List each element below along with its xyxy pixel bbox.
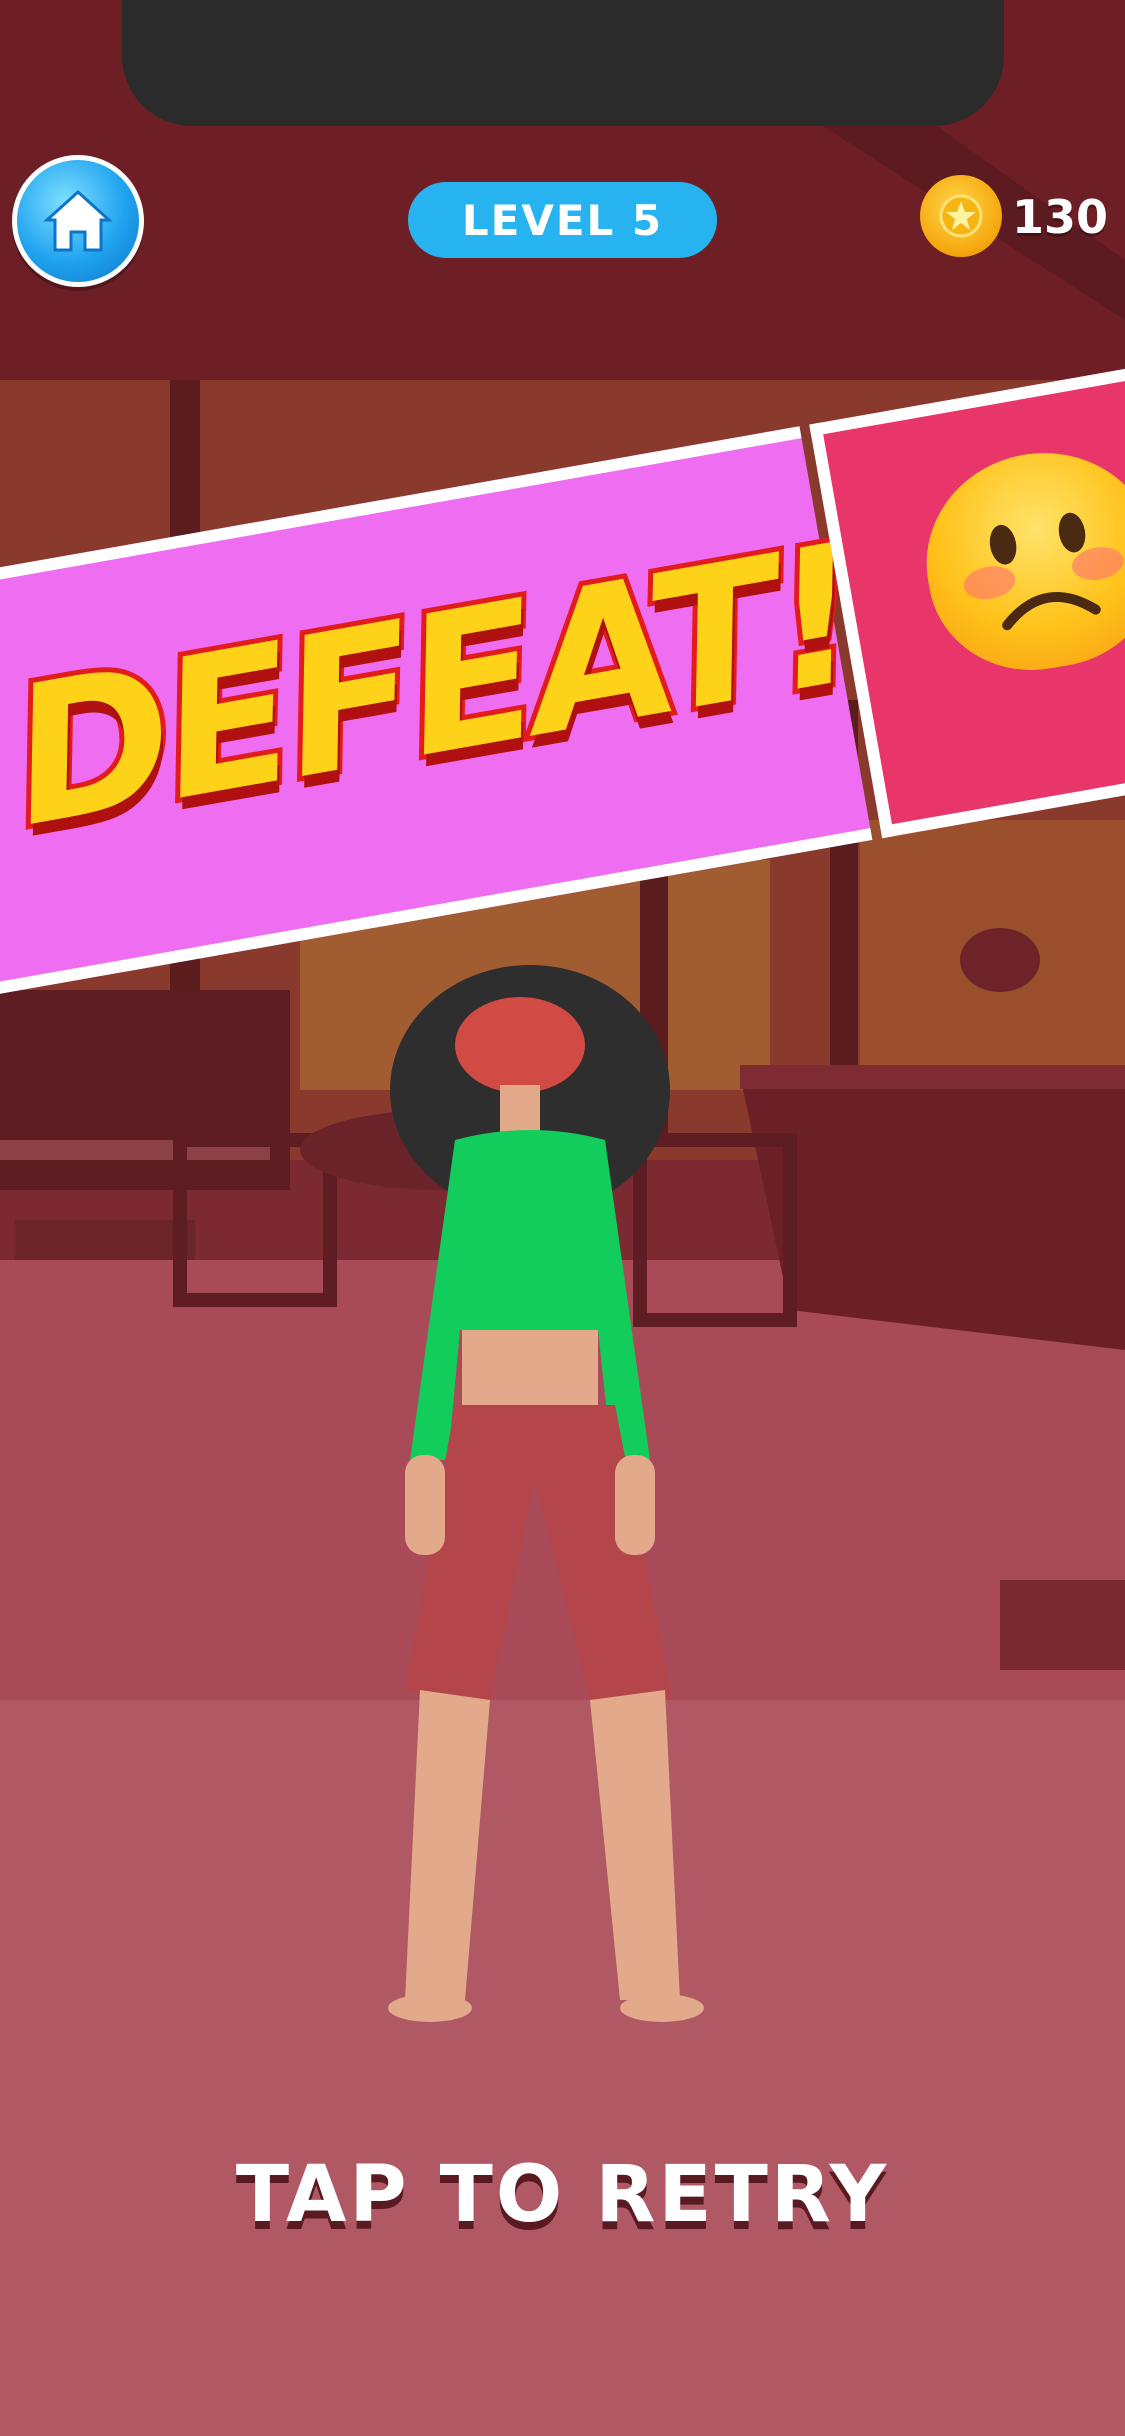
- chair: [1000, 1580, 1125, 1670]
- level-indicator: LEVEL 5: [408, 182, 717, 258]
- moose-head: [960, 928, 1040, 992]
- coin-count: 130: [1012, 190, 1109, 244]
- bar-counter: [740, 1075, 1125, 1350]
- defeat-title: DEFEAT!: [0, 499, 877, 874]
- bar-top: [740, 1065, 1125, 1089]
- sad-face-emoji: [909, 434, 1125, 687]
- character-left-foot: [388, 1994, 472, 2022]
- character-face: [455, 997, 585, 1093]
- game-scene[interactable]: [0, 0, 1125, 2436]
- character-right-foot: [620, 1994, 704, 2022]
- device-notch: [122, 0, 1004, 126]
- floor-haze: [0, 1700, 1125, 2436]
- tap-to-retry-prompt[interactable]: TAP TO RETRY: [0, 2150, 1125, 2240]
- piano-bench: [15, 1220, 195, 1260]
- home-button[interactable]: [12, 155, 144, 287]
- home-icon: [43, 189, 113, 252]
- character-right-arm: [615, 1455, 655, 1555]
- level-label: LEVEL 5: [461, 195, 664, 245]
- character-midriff: [462, 1330, 598, 1410]
- coin-icon: [920, 175, 1002, 257]
- character-left-arm: [405, 1455, 445, 1555]
